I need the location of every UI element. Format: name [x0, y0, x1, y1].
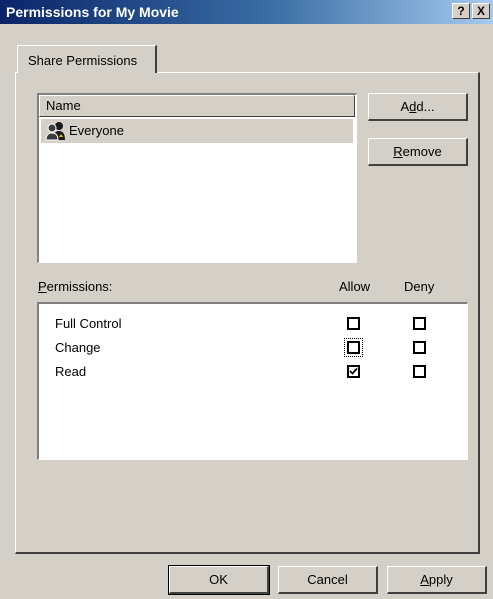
deny-checkbox-full-control[interactable] [413, 317, 426, 330]
permission-name: Change [55, 340, 101, 355]
ok-button[interactable]: OK [168, 565, 270, 595]
title-bar: Permissions for My Movie ? X [0, 0, 493, 24]
remove-button[interactable]: Remove [368, 138, 468, 166]
add-button[interactable]: Add... [368, 93, 468, 121]
permissions-label: Permissions: [38, 279, 112, 294]
ok-label: OK [209, 572, 228, 587]
column-header-label: Name [46, 98, 81, 113]
apply-button[interactable]: Apply [387, 566, 487, 594]
help-icon: ? [457, 4, 465, 18]
list-item-label: Everyone [69, 123, 124, 138]
tab-label: Share Permissions [28, 53, 138, 68]
remove-label-accel: R [393, 144, 403, 159]
permission-row-read: Read [39, 362, 466, 384]
permission-name: Full Control [55, 316, 122, 331]
deny-checkbox-change[interactable] [413, 341, 426, 354]
permissions-label-post: ermissions: [46, 279, 113, 294]
cancel-button[interactable]: Cancel [278, 566, 378, 594]
remove-label-post: emove [402, 144, 442, 159]
deny-column-header: Deny [404, 279, 435, 294]
column-header-name[interactable]: Name [39, 95, 355, 117]
allow-checkbox-full-control[interactable] [347, 317, 360, 330]
add-label-post: d... [416, 99, 435, 114]
permission-row-full-control: Full Control [39, 314, 466, 336]
permissions-label-accel: P [38, 279, 47, 294]
users-list[interactable]: Name Everyone [37, 93, 357, 263]
apply-label-post: pply [428, 572, 453, 587]
allow-column-header: Allow [339, 279, 371, 294]
permission-row-change: Change [39, 338, 466, 360]
window-title: Permissions for My Movie [6, 4, 179, 20]
tab-share-permissions[interactable]: Share Permissions [17, 45, 157, 73]
list-item[interactable]: Everyone [41, 119, 353, 143]
deny-checkbox-read[interactable] [413, 365, 426, 378]
allow-checkbox-change[interactable] [344, 338, 363, 357]
add-label-pre: A [400, 99, 410, 114]
help-button[interactable]: ? [452, 3, 470, 19]
close-button[interactable]: X [472, 3, 490, 19]
cancel-label: Cancel [307, 572, 348, 587]
close-icon: X [476, 4, 485, 18]
allow-checkbox-read[interactable] [347, 365, 360, 378]
permissions-list: Full Control Change Read [37, 302, 468, 460]
apply-label-accel: A [420, 572, 429, 587]
checkmark-icon [349, 367, 358, 375]
group-users-icon [45, 121, 67, 149]
permission-name: Read [55, 364, 87, 379]
